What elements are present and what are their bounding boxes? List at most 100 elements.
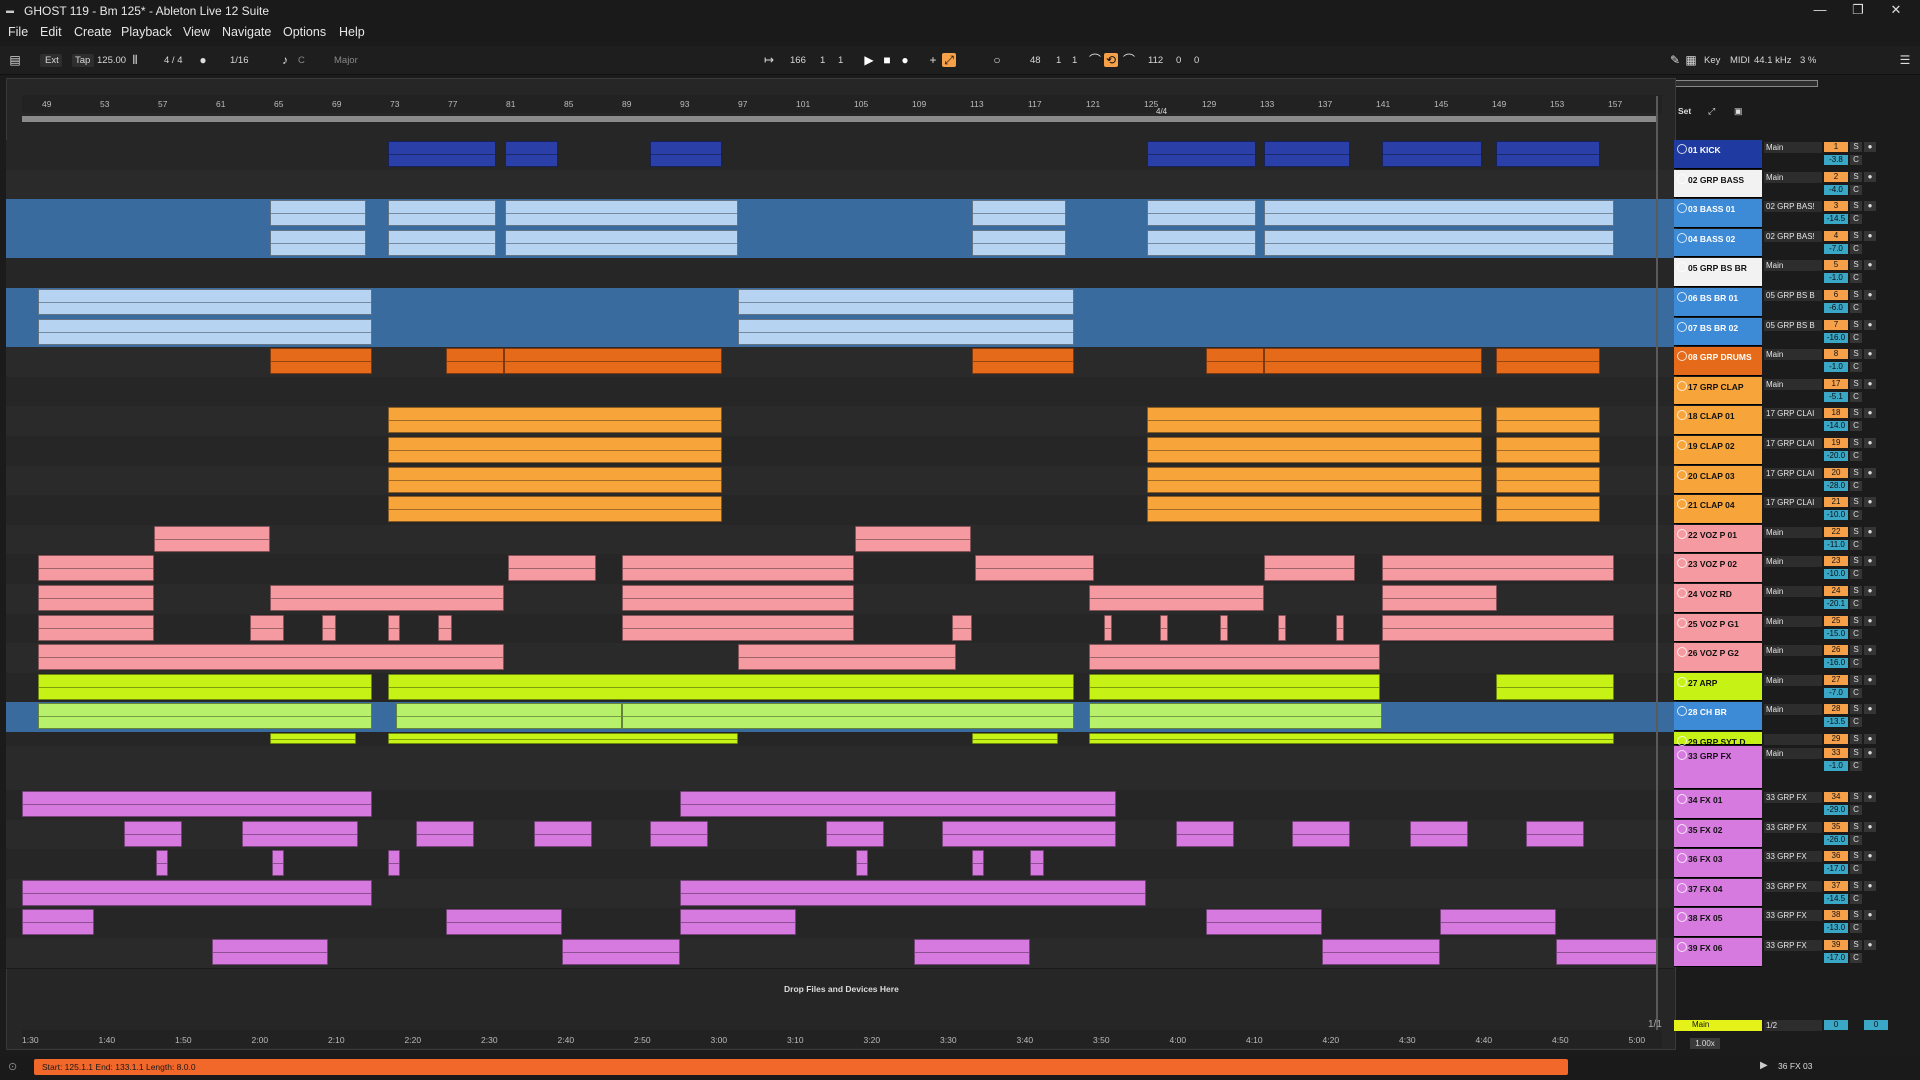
arm-button[interactable]: ● (1864, 438, 1876, 448)
clip[interactable] (1496, 673, 1614, 700)
clip[interactable] (388, 200, 496, 227)
solo-button[interactable]: S (1850, 260, 1862, 271)
track-lane[interactable] (6, 908, 1674, 939)
pan-button[interactable]: C (1850, 155, 1862, 165)
clip[interactable] (505, 200, 738, 227)
solo-button[interactable]: S (1850, 615, 1862, 626)
clip[interactable] (438, 614, 452, 641)
position-beat[interactable]: 1 (820, 55, 825, 66)
clip[interactable] (1089, 703, 1382, 730)
solo-button[interactable]: S (1850, 851, 1862, 862)
clip[interactable] (1089, 733, 1614, 744)
clip[interactable] (1206, 348, 1264, 375)
clip[interactable] (508, 555, 596, 582)
track-activator[interactable]: 35 (1824, 821, 1848, 832)
clip[interactable] (388, 229, 496, 256)
clip[interactable] (855, 525, 971, 552)
output-route-select[interactable]: 33 GRP FX (1764, 792, 1822, 803)
volume-field[interactable]: -6.0 (1824, 303, 1848, 313)
loop-brace[interactable] (22, 116, 1658, 122)
arm-button[interactable]: ● (1864, 645, 1876, 656)
main-vol[interactable]: 0 (1864, 1020, 1888, 1030)
output-route-select[interactable]: Main (1764, 704, 1822, 716)
clip[interactable] (1147, 200, 1256, 227)
clip[interactable] (38, 614, 154, 641)
clip[interactable] (972, 348, 1074, 375)
solo-button[interactable]: S (1850, 674, 1862, 685)
loop-icon[interactable]: ⟲ (1104, 53, 1118, 67)
clip[interactable] (22, 879, 372, 906)
clip[interactable] (270, 348, 372, 375)
stop-icon[interactable]: ■ (880, 53, 894, 67)
clip[interactable] (680, 909, 796, 936)
volume-field[interactable]: -10.0 (1824, 510, 1848, 521)
punch-in-icon[interactable]: ⌒ (1088, 53, 1102, 67)
pan-button[interactable]: C (1850, 480, 1862, 491)
clip[interactable] (1496, 496, 1600, 523)
clip[interactable] (738, 644, 956, 671)
pan-button[interactable]: C (1850, 717, 1862, 728)
arm-button[interactable]: ● (1864, 940, 1876, 950)
output-route-select[interactable]: 02 GRP BAS! (1764, 201, 1822, 213)
clip[interactable] (38, 644, 504, 671)
output-route-select[interactable]: Main (1764, 526, 1822, 538)
volume-field[interactable]: -7.0 (1824, 243, 1848, 254)
output-route-select[interactable]: 33 GRP FX (1764, 910, 1822, 922)
clip[interactable] (972, 733, 1058, 744)
loop-start-beat[interactable]: 1 (1056, 55, 1061, 66)
arm-button[interactable]: ● (1864, 497, 1876, 508)
clip[interactable] (975, 555, 1094, 582)
clip[interactable] (622, 614, 854, 641)
pan-button[interactable]: C (1850, 599, 1862, 609)
clip[interactable] (826, 820, 884, 847)
track-header[interactable]: 20 CLAP 03 (1674, 465, 1762, 495)
pan-button[interactable]: C (1850, 893, 1862, 904)
menu-help[interactable]: Help (339, 25, 365, 39)
pan-button[interactable]: C (1850, 303, 1862, 313)
clip[interactable] (38, 289, 372, 315)
arm-button[interactable]: ● (1864, 821, 1876, 832)
track-header[interactable]: 36 FX 03 (1674, 849, 1762, 878)
pan-button[interactable]: C (1850, 243, 1862, 254)
arm-button[interactable]: ● (1864, 408, 1876, 419)
volume-field[interactable]: -29.0 (1824, 805, 1848, 815)
clip[interactable] (388, 673, 1074, 700)
volume-field[interactable]: -7.0 (1824, 687, 1848, 698)
clip[interactable] (1104, 614, 1112, 641)
clip[interactable] (1382, 585, 1497, 611)
track-header[interactable]: 02 GRP BASS (1674, 169, 1762, 199)
clip[interactable] (505, 141, 558, 167)
fold-icon[interactable] (1677, 321, 1687, 332)
grid-icon[interactable]: ▦ (1684, 53, 1698, 67)
pan-button[interactable]: C (1850, 332, 1862, 343)
overdub-icon[interactable]: + (926, 53, 940, 67)
clip[interactable] (22, 791, 372, 817)
track-header[interactable]: 27 ARP (1674, 672, 1762, 702)
track-activator[interactable]: 22 (1824, 526, 1848, 537)
clip[interactable] (1264, 200, 1614, 227)
clip[interactable] (322, 614, 336, 641)
clip[interactable] (1264, 229, 1614, 256)
clip[interactable] (1264, 141, 1350, 167)
fold-icon[interactable] (1677, 173, 1687, 184)
pan-button[interactable]: C (1850, 391, 1862, 402)
volume-field[interactable]: -5.1 (1824, 391, 1848, 402)
fold-icon[interactable] (1677, 410, 1687, 421)
clip[interactable] (622, 703, 1074, 730)
clip[interactable] (1496, 348, 1600, 375)
output-route-select[interactable]: 02 GRP BAS! (1764, 230, 1822, 242)
clip[interactable] (1526, 820, 1584, 847)
clip[interactable] (388, 141, 496, 167)
clip[interactable] (1089, 585, 1264, 611)
track-activator[interactable]: 6 (1824, 290, 1848, 300)
pan-button[interactable]: C (1850, 451, 1862, 461)
track-header[interactable]: 33 GRP FX (1674, 746, 1762, 789)
clip[interactable] (856, 850, 868, 877)
output-route-select[interactable]: Main (1764, 171, 1822, 183)
track-header[interactable]: 17 GRP CLAP (1674, 376, 1762, 406)
clip[interactable] (272, 850, 284, 877)
fold-icon[interactable] (1677, 942, 1687, 952)
set-button[interactable]: Set (1678, 106, 1691, 116)
volume-field[interactable]: -26.0 (1824, 834, 1848, 845)
clip[interactable] (1496, 407, 1600, 434)
